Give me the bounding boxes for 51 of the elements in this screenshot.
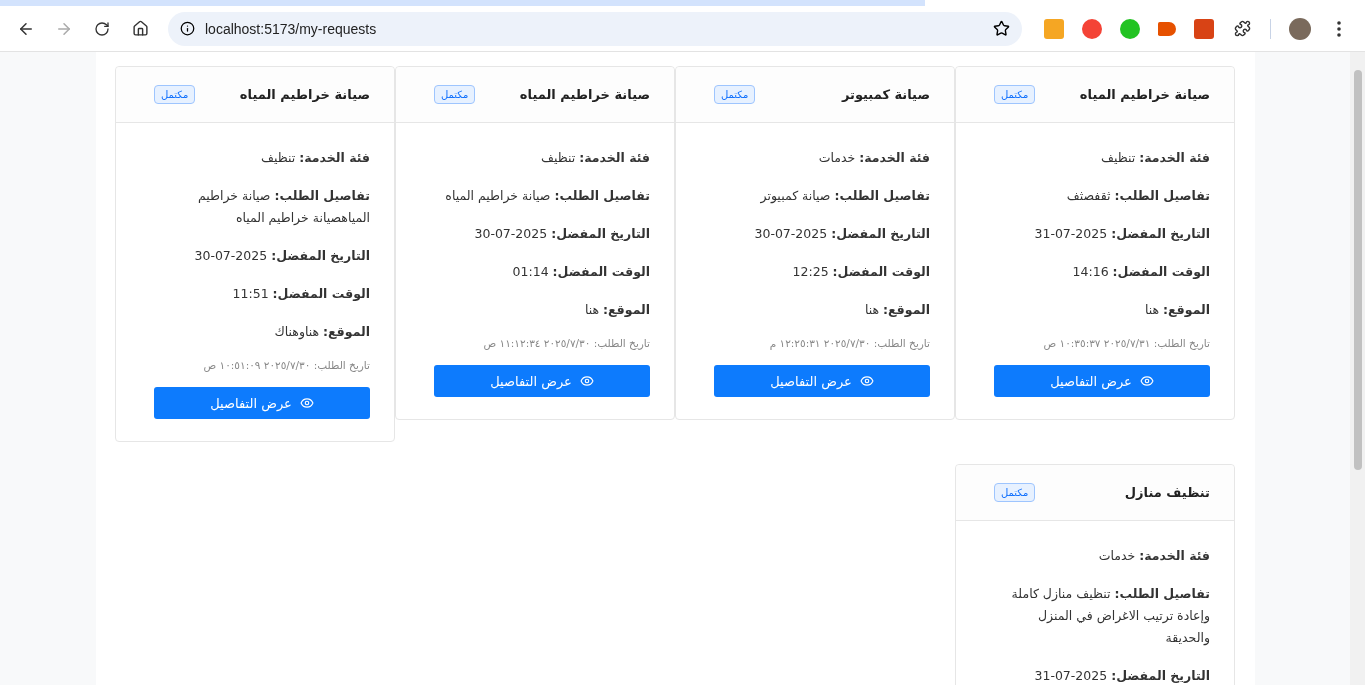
request-field: الموقع: هنا [994,299,1210,321]
url-text: localhost:5173/my-requests [205,20,378,37]
status-badge: مكتمل [994,85,1036,104]
status-badge: مكتمل [434,85,476,104]
view-details-button[interactable]: عرض التفاصيل [434,365,650,397]
extension-icon[interactable] [1194,18,1214,39]
request-field: تفاصيل الطلب: تنظيف منازل كاملة وإعادة ترتيب الاغراض في المنزل والحديقة [994,583,1210,649]
extension-icon[interactable] [1044,18,1064,39]
request-date: تاريخ الطلب: ٢٠٢٥/٧/٣٠ ١١:١٢:٣٤ ص [482,337,650,349]
info-icon[interactable] [180,21,195,36]
request-field: تفاصيل الطلب: صيانة خراطيم المياه [434,185,650,207]
request-field: فئة الخدمة: تنظيف [434,147,650,169]
request-date: تاريخ الطلب: ٢٠٢٥/٧/٣١ ١٠:٣٥:٣٧ ص [1042,337,1210,349]
extension-icon[interactable] [1082,18,1102,39]
eye-icon [859,374,874,388]
request-field: تفاصيل الطلب: صيانة كمبيوتر [714,185,930,207]
request-title: صيانة خراطيم المياه [239,87,370,102]
home-icon [131,20,149,37]
view-details-button[interactable]: عرض التفاصيل [714,365,930,397]
request-title: صيانة خراطيم المياه [519,87,650,102]
address-bar[interactable]: localhost:5173/my-requests [168,11,1022,46]
request-field: الموقع: هناوهناك [154,321,370,343]
extension-icon[interactable] [1120,18,1140,39]
status-badge: مكتمل [994,483,1036,502]
request-field: فئة الخدمة: خدمات [994,545,1210,567]
request-field: فئة الخدمة: تنظيف [994,147,1210,169]
request-date: تاريخ الطلب: ٢٠٢٥/٧/٣٠ ١٢:٢٥:٣١ م [768,337,930,349]
puzzle-icon [1233,20,1251,37]
request-field: تفاصيل الطلب: ثقفصثف [994,185,1210,207]
menu-icon [1337,20,1341,37]
view-details-button[interactable]: عرض التفاصيل [994,365,1210,397]
request-date: تاريخ الطلب: ٢٠٢٥/٧/٣٠ ١٠:٥١:٠٩ ص [202,359,370,371]
eye-icon [1139,374,1154,388]
avatar[interactable] [1289,17,1311,40]
eye-icon [579,374,594,388]
request-title: تنظيف منازل [1124,485,1210,500]
request-field: فئة الخدمة: خدمات [714,147,930,169]
view-details-button[interactable]: عرض التفاصيل [154,387,370,419]
status-badge: مكتمل [154,85,196,104]
request-title: صيانة كمبيوتر [841,87,930,102]
scrollbar[interactable] [1350,52,1365,685]
scrollbar-thumb[interactable] [1353,70,1362,470]
request-field: الموقع: هنا [434,299,650,321]
request-field: الموقع: هنا [714,299,930,321]
eye-icon [299,396,314,410]
status-badge: مكتمل [714,85,756,104]
star-icon[interactable] [993,20,1010,37]
request-title: صيانة خراطيم المياه [1079,87,1210,102]
request-field: فئة الخدمة: تنظيف [154,147,370,169]
request-field: تفاصيل الطلب: صيانة خراطيم المياهصيانة خراطيم المياه [154,185,370,229]
reload-icon [94,20,110,37]
